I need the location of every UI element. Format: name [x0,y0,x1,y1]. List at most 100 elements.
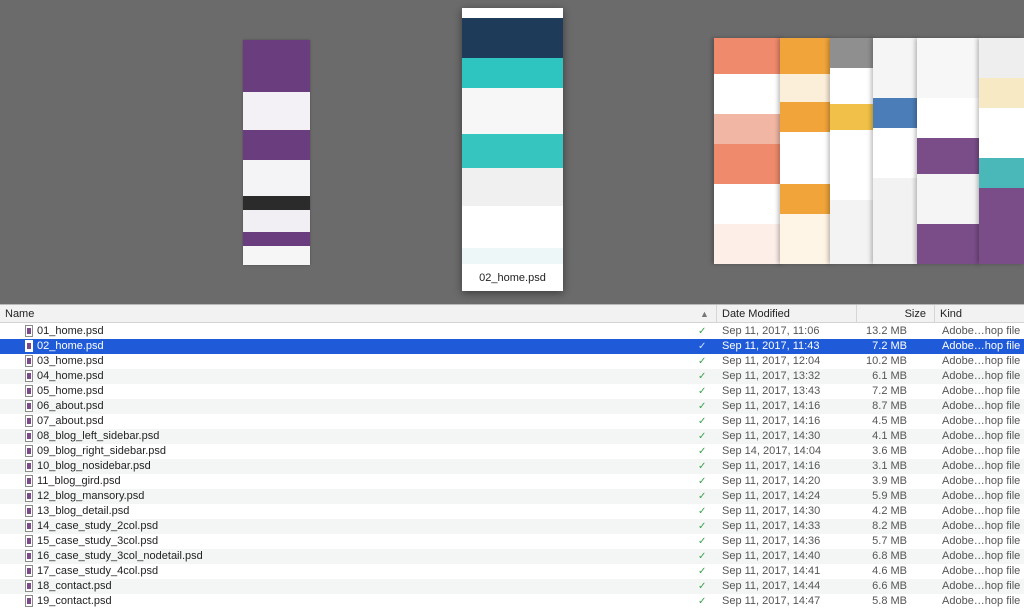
column-header-name[interactable]: Name [0,305,716,323]
file-date-modified: Sep 14, 2017, 14:04 [722,445,822,457]
psd-file-icon [25,535,33,547]
file-name: 02_home.psd [37,340,104,352]
file-size: 13.2 MB [866,325,907,337]
file-row[interactable]: 07_about.psd ✓ Sep 11, 2017, 14:16 4.5 MB Ad… [0,414,1024,429]
file-name: 09_blog_right_sidebar.psd [37,445,167,457]
psd-file-icon [25,340,33,352]
thumbnail-selected[interactable]: 02_home.psd [462,8,563,291]
file-date-modified: Sep 11, 2017, 14:16 [722,400,821,412]
sync-check-icon: ✓ [698,521,707,532]
file-row[interactable]: 04_home.psd ✓ Sep 11, 2017, 13:32 6.1 MB Ado… [0,369,1024,384]
psd-file-icon [25,550,33,562]
file-kind: Adobe…hop file [942,400,1021,412]
thumbnail-next[interactable] [714,38,784,264]
file-row[interactable]: 13_blog_detail.psd ✓ Sep 11, 2017, 14:30 4.… [0,504,1024,519]
file-row[interactable]: 14_case_study_2col.psd ✓ Sep 11, 2017, 14:… [0,519,1024,534]
file-row[interactable]: 15_case_study_3col.psd ✓ Sep 11, 2017, 14:… [0,534,1024,549]
file-kind: Adobe…hop file [942,475,1021,487]
file-row[interactable]: 19_contact.psd ✓ Sep 11, 2017, 14:47 5.8 MB… [0,594,1024,608]
file-kind: Adobe…hop file [942,355,1021,367]
file-size: 8.2 MB [872,520,907,532]
file-preview-image [462,8,563,264]
file-row[interactable]: 08_blog_left_sidebar.psd ✓ Sep 11, 2017, 1… [0,429,1024,444]
sync-check-icon: ✓ [698,386,707,397]
file-date-modified: Sep 11, 2017, 14:24 [722,490,821,502]
psd-file-icon [25,580,33,592]
sync-check-icon: ✓ [698,491,707,502]
file-name: 03_home.psd [37,355,104,367]
thumbnail-stack[interactable] [979,38,1024,264]
file-size: 6.1 MB [872,370,907,382]
thumbnail-previous[interactable] [243,40,310,265]
thumbnail-stack[interactable] [830,38,875,264]
file-row[interactable]: 02_home.psd ✓ Sep 11, 2017, 11:43 7.2 MB Ado… [0,339,1024,354]
file-date-modified: Sep 11, 2017, 11:43 [722,340,820,352]
sync-check-icon: ✓ [698,596,707,607]
file-row[interactable]: 05_home.psd ✓ Sep 11, 2017, 13:43 7.2 MB Ado… [0,384,1024,399]
file-row[interactable]: 10_blog_nosidebar.psd ✓ Sep 11, 2017, 14:1… [0,459,1024,474]
sync-check-icon: ✓ [698,431,707,442]
file-size: 3.6 MB [872,445,907,457]
file-kind: Adobe…hop file [942,340,1021,352]
file-row[interactable]: 12_blog_mansory.psd ✓ Sep 11, 2017, 14:24 5… [0,489,1024,504]
file-kind: Adobe…hop file [942,505,1021,517]
file-row[interactable]: 11_blog_gird.psd ✓ Sep 11, 2017, 14:20 3.9 … [0,474,1024,489]
file-name: 14_case_study_2col.psd [37,520,159,532]
file-name: 18_contact.psd [37,580,112,592]
file-name: 04_home.psd [37,370,104,382]
file-row[interactable]: 17_case_study_4col.psd ✓ Sep 11, 2017, 14:… [0,564,1024,579]
file-size: 4.5 MB [872,415,907,427]
file-row[interactable]: 18_contact.psd ✓ Sep 11, 2017, 14:44 6.6 MB… [0,579,1024,594]
column-header-size[interactable]: Size [856,305,934,323]
file-size: 7.2 MB [872,340,907,352]
file-row[interactable]: 03_home.psd ✓ Sep 11, 2017, 12:04 10.2 MB Ad… [0,354,1024,369]
sync-check-icon: ✓ [698,566,707,577]
file-name: 17_case_study_4col.psd [37,565,159,577]
file-date-modified: Sep 11, 2017, 14:44 [722,580,821,592]
psd-file-icon [25,430,33,442]
file-size: 7.2 MB [872,385,907,397]
file-size: 5.7 MB [872,535,907,547]
file-kind: Adobe…hop file [942,550,1021,562]
file-row[interactable]: 09_blog_right_sidebar.psd ✓ Sep 14, 2017, … [0,444,1024,459]
file-list[interactable]: 01_home.psd ✓ Sep 11, 2017, 11:06 13.2 MB Ad… [0,324,1024,608]
file-name: 12_blog_mansory.psd [37,490,145,502]
column-header-bar: Name ▲ Date Modified Size Kind [0,304,1024,323]
cover-flow-preview[interactable]: 02_home.psd [0,0,1024,304]
thumbnail-stack[interactable] [780,38,832,264]
file-size: 5.9 MB [872,490,907,502]
file-date-modified: Sep 11, 2017, 13:43 [722,385,821,397]
sort-chevron-icon[interactable]: ▲ [700,305,709,323]
thumbnail-stack[interactable] [873,38,919,264]
sync-check-icon: ✓ [698,461,707,472]
file-name: 11_blog_gird.psd [37,475,121,487]
file-size: 4.2 MB [872,505,907,517]
file-date-modified: Sep 11, 2017, 11:06 [722,325,820,337]
sync-check-icon: ✓ [698,356,707,367]
column-header-date-modified[interactable]: Date Modified [716,305,856,323]
file-size: 3.9 MB [872,475,907,487]
psd-file-icon [25,400,33,412]
sync-check-icon: ✓ [698,326,707,337]
file-date-modified: Sep 11, 2017, 14:36 [722,535,821,547]
psd-file-icon [25,490,33,502]
thumbnail-stack[interactable] [917,38,981,264]
file-kind: Adobe…hop file [942,370,1021,382]
sync-check-icon: ✓ [698,476,707,487]
file-size: 5.8 MB [872,595,907,607]
psd-file-icon [25,505,33,517]
file-row[interactable]: 16_case_study_3col_nodetail.psd ✓ Sep 11, … [0,549,1024,564]
psd-file-icon [25,475,33,487]
file-name: 08_blog_left_sidebar.psd [37,430,160,442]
psd-file-icon [25,415,33,427]
file-name: 15_case_study_3col.psd [37,535,159,547]
file-name: 01_home.psd [37,325,104,337]
psd-file-icon [25,385,33,397]
sync-check-icon: ✓ [698,401,707,412]
file-row[interactable]: 06_about.psd ✓ Sep 11, 2017, 14:16 8.7 MB Ad… [0,399,1024,414]
column-header-kind[interactable]: Kind [934,305,1024,323]
preview-filename: 02_home.psd [462,264,563,291]
psd-file-icon [25,325,33,337]
file-kind: Adobe…hop file [942,565,1021,577]
file-row[interactable]: 01_home.psd ✓ Sep 11, 2017, 11:06 13.2 MB Ad… [0,324,1024,339]
